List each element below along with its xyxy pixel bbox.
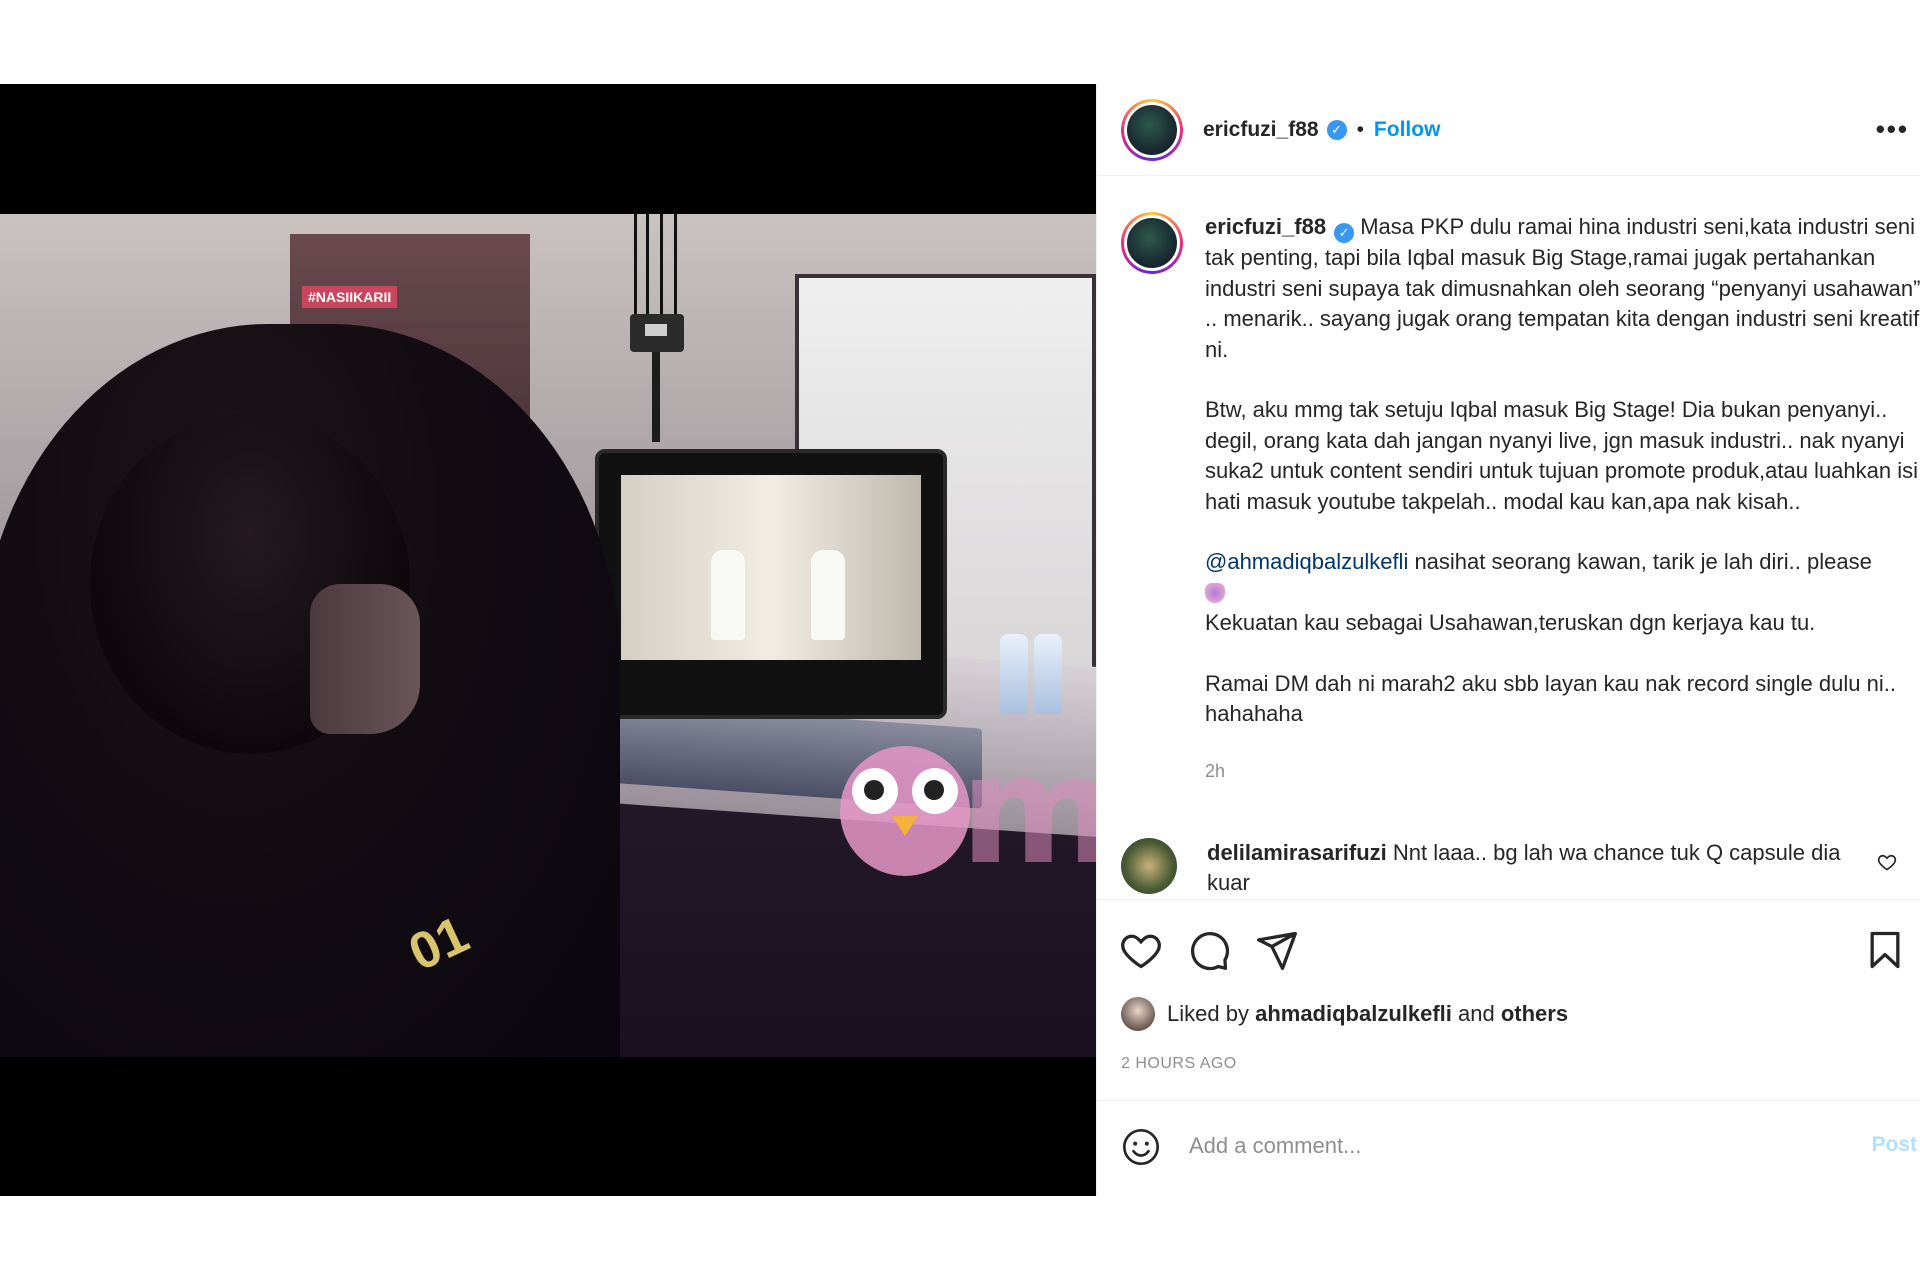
smiley-icon[interactable] (1121, 1127, 1161, 1167)
add-comment-bar: Post (1097, 1100, 1920, 1190)
action-bar: Liked by ahmadiqbalzulkefli and others 2… (1097, 899, 1920, 1189)
verified-icon: ✓ (1334, 223, 1355, 243)
comment-icon[interactable] (1187, 928, 1231, 972)
post-sidebar: ericfuzi_f88 ✓ • Follow ••• ericfuzi_f88… (1096, 84, 1920, 1196)
caption-paragraph: @ahmadiqbalzulkefli nasihat seorang kawa… (1205, 547, 1920, 639)
caption-paragraph: Btw, aku mmg tak setuju Iqbal masuk Big … (1205, 397, 1919, 514)
follow-button[interactable]: Follow (1374, 118, 1441, 142)
comment-body: delilamirasarifuzi Nnt laaa.. bg lah wa … (1207, 838, 1847, 898)
heart-icon[interactable] (1119, 928, 1163, 972)
bookmark-icon[interactable] (1863, 928, 1907, 972)
verified-icon: ✓ (1326, 119, 1347, 140)
likes-others-link[interactable]: others (1501, 1001, 1568, 1027)
caption-paragraph: Ramai DM dah ni marah2 aku sbb layan kau… (1205, 670, 1903, 727)
photo-person: 01 (0, 324, 620, 1057)
caption-paragraph: ericfuzi_f88 ✓ Masa PKP dulu ramai hina i… (1205, 212, 1920, 365)
post-caption: ericfuzi_f88 ✓ Masa PKP dulu ramai hina i… (1121, 212, 1920, 786)
ribbon-emoji-icon (1205, 582, 1225, 603)
comment-item: delilamirasarifuzi Nnt laaa.. bg lah wa … (1121, 838, 1901, 898)
caption-body: ericfuzi_f88 ✓ Masa PKP dulu ramai hina i… (1205, 212, 1920, 786)
post-comment-button[interactable]: Post (1871, 1133, 1917, 1157)
commenter-avatar[interactable] (1121, 838, 1177, 894)
comments-section[interactable]: ericfuzi_f88 ✓ Masa PKP dulu ramai hina i… (1097, 176, 1920, 899)
author-avatar[interactable] (1121, 98, 1183, 161)
caption-age[interactable]: 2h (1205, 756, 1920, 787)
comment-input[interactable] (1189, 1123, 1789, 1169)
mention-link[interactable]: @ahmadiqbalzulkefli (1205, 549, 1408, 574)
more-icon[interactable]: ••• (1876, 114, 1909, 145)
owl-logo-icon (840, 746, 970, 876)
likes-prefix: Liked by (1167, 1001, 1249, 1026)
watermark-text: murai (960, 724, 1096, 898)
instagram-post: #NASIIKARII hell (0, 84, 1920, 1196)
commenter-username[interactable]: delilamirasarifuzi (1207, 840, 1387, 865)
likes-and: and (1451, 1001, 1501, 1026)
banner-tag: #NASIIKARII (302, 286, 398, 308)
post-header: ericfuzi_f88 ✓ • Follow ••• (1097, 84, 1920, 176)
post-media[interactable]: #NASIIKARII hell (0, 84, 1096, 1196)
murai-watermark: murai (840, 736, 1096, 886)
share-icon[interactable] (1255, 928, 1299, 972)
laptop (595, 449, 947, 719)
caption-username[interactable]: ericfuzi_f88 (1205, 214, 1326, 239)
post-photo: #NASIIKARII hell (0, 214, 1096, 1057)
caption-avatar[interactable] (1121, 212, 1183, 274)
post-timestamp[interactable]: 2 HOURS AGO (1121, 1055, 1237, 1073)
water-bottle (1034, 634, 1062, 714)
separator-dot: • (1356, 117, 1364, 141)
water-bottle (1000, 634, 1028, 714)
caption-text-3b: Kekuatan kau sebagai Usahawan,teruskan d… (1205, 610, 1816, 635)
comment-heart-icon[interactable] (1877, 852, 1897, 872)
jersey-number: 01 (400, 905, 478, 983)
author-username[interactable]: ericfuzi_f88 (1203, 118, 1319, 142)
likes-summary: Liked by ahmadiqbalzulkefli and others (1121, 997, 1568, 1031)
person-face (310, 584, 420, 734)
caption-text-3: nasihat seorang kawan, tarik je lah diri… (1408, 549, 1872, 574)
camera-rig (628, 214, 684, 444)
liker-username[interactable]: ahmadiqbalzulkefli (1255, 1001, 1452, 1027)
laptop-screen (621, 475, 921, 660)
liker-avatar[interactable] (1121, 997, 1155, 1031)
